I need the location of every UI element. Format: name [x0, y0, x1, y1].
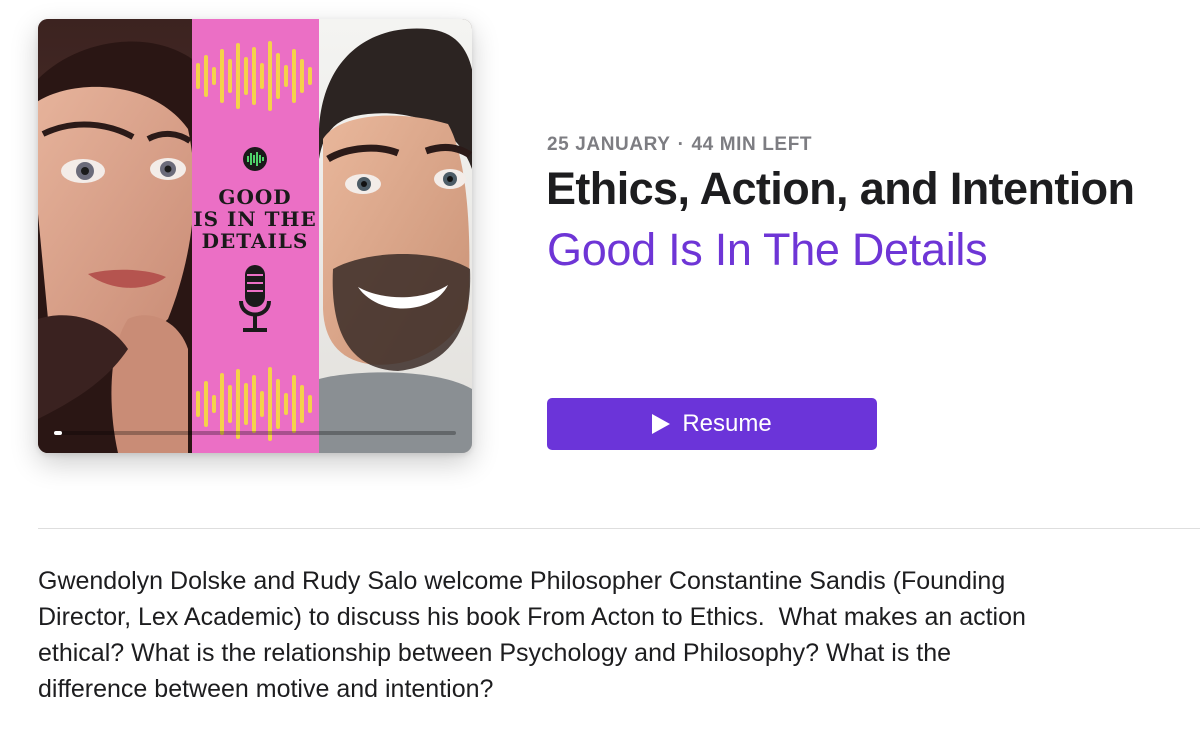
play-icon: [652, 414, 671, 434]
show-link[interactable]: Good Is In The Details: [547, 224, 988, 276]
playback-progress-fill: [54, 431, 62, 435]
episode-meta: 25 JANUARY · 44 MIN LEFT: [547, 134, 812, 156]
time-remaining: 44 MIN LEFT: [691, 134, 813, 155]
episode-date: 25 JANUARY: [547, 134, 671, 155]
podcast-artwork[interactable]: GOOD IS IN THE DETAILS: [38, 19, 472, 453]
artwork-title: GOOD IS IN THE DETAILS: [191, 186, 319, 252]
artwork-title-line: DETAILS: [201, 229, 309, 253]
meta-separator: ·: [677, 134, 685, 155]
artwork-title-line: GOOD: [218, 185, 292, 209]
resume-button[interactable]: Resume: [547, 398, 877, 450]
resume-label: Resume: [682, 410, 772, 437]
section-divider: [38, 528, 1200, 529]
episode-description: Gwendolyn Dolske and Rudy Salo welcome P…: [38, 567, 1033, 703]
artwork-title-line: IS IN THE: [193, 207, 317, 231]
playback-progress-bar[interactable]: [54, 431, 456, 435]
episode-title: Ethics, Action, and Intention: [546, 163, 1135, 214]
